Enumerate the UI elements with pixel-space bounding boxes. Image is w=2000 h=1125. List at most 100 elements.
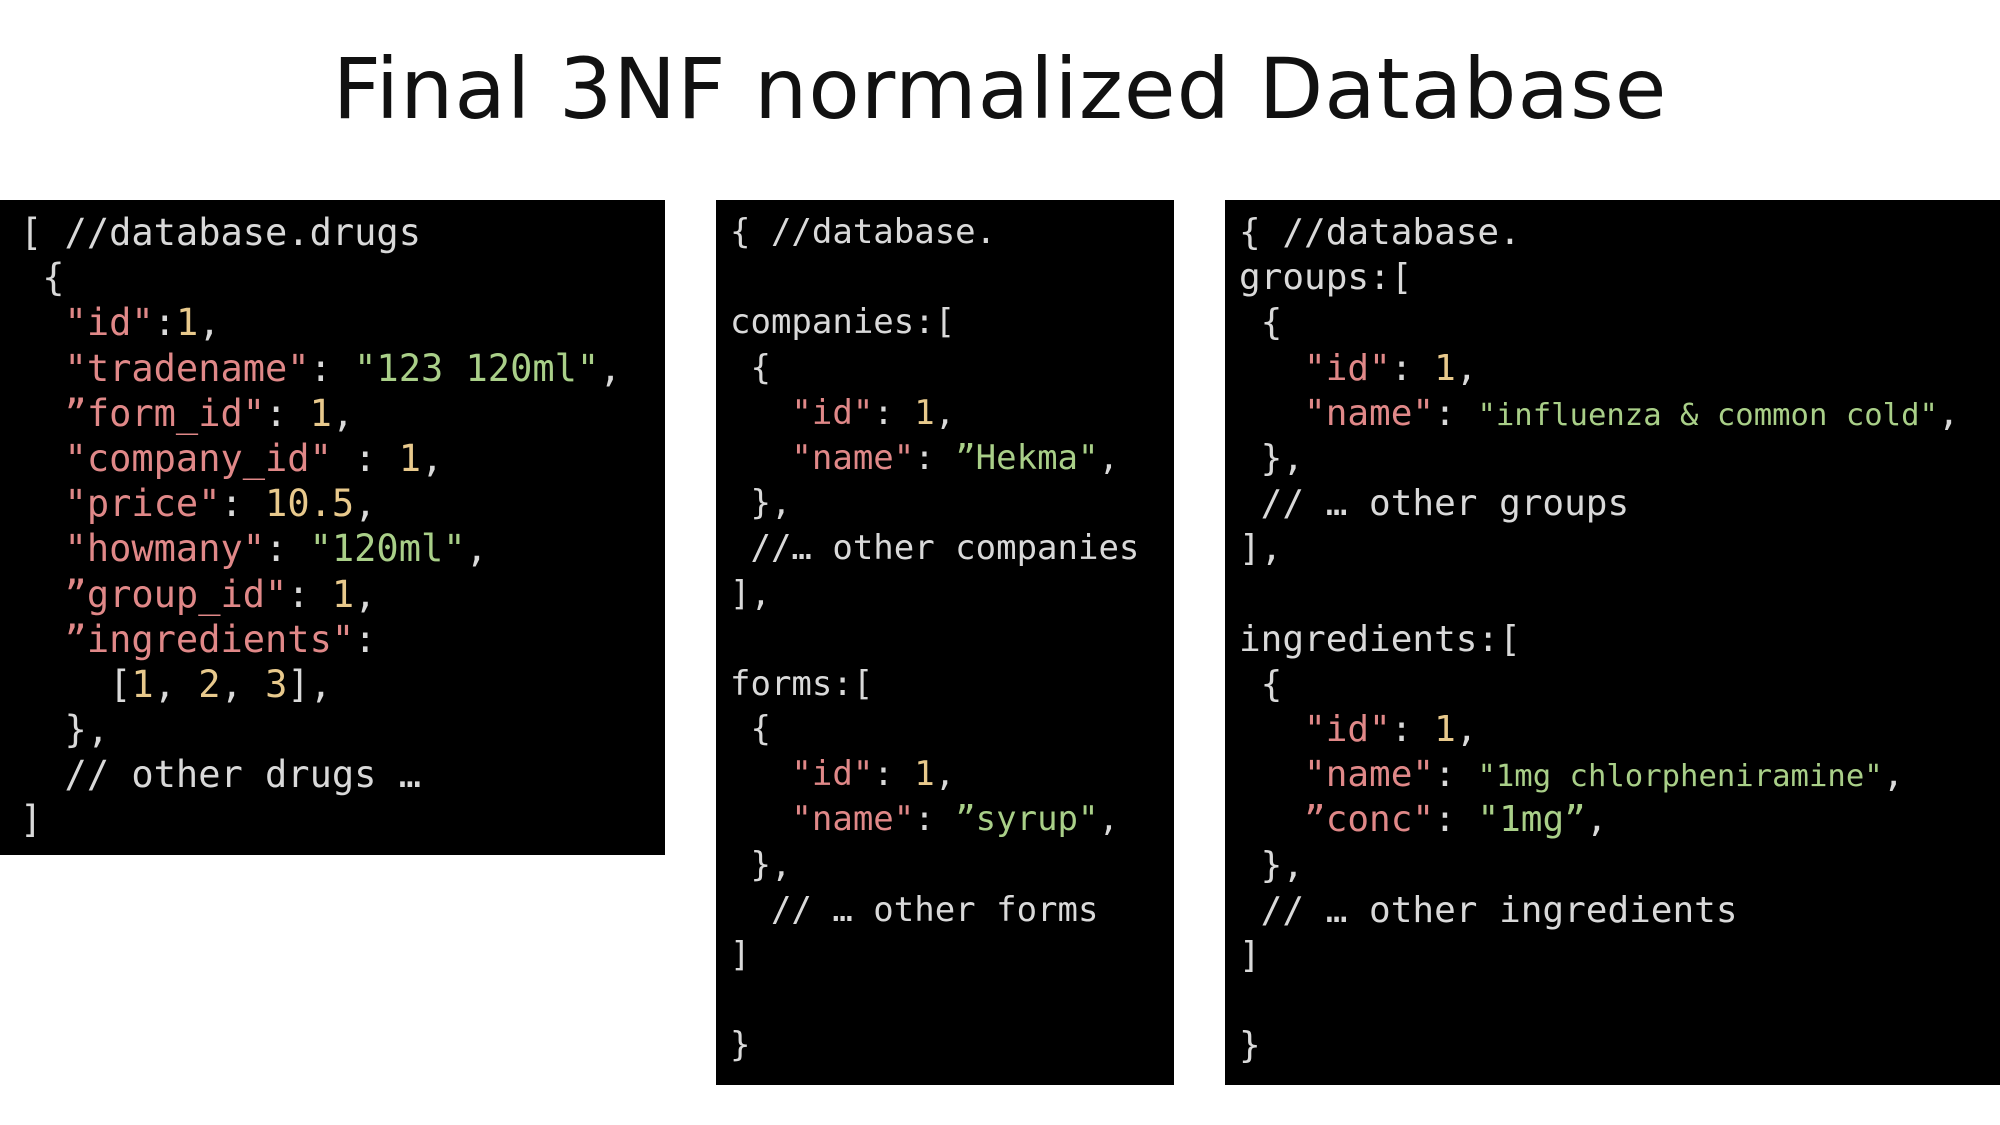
code-text: ]	[1239, 935, 1261, 976]
code-text: :	[914, 799, 956, 840]
code-text: {	[1239, 302, 1283, 344]
json-key: "price"	[20, 482, 221, 526]
json-key: "name"	[730, 437, 915, 478]
code-text: :	[265, 527, 310, 571]
code-line: {	[20, 255, 621, 300]
code-text: ,	[153, 662, 199, 706]
json-key: ”conc"	[1239, 799, 1435, 841]
code-text: ,	[354, 482, 377, 526]
code-text: }	[730, 1025, 751, 1066]
code-line: "tradename": "123 120ml",	[20, 346, 622, 391]
code-text: },	[730, 844, 792, 885]
code-text: ,	[934, 754, 956, 795]
code-text: ,	[420, 436, 444, 480]
code-text: {	[1239, 663, 1283, 705]
code-line: {	[730, 346, 1139, 391]
string-value: "1mg chlorpheniramine"	[1477, 759, 1883, 795]
code-line: ]	[1239, 933, 1960, 978]
code-text: // … other groups	[1239, 483, 1630, 525]
code-text: ,	[1098, 799, 1119, 840]
code-line: "company_id" : 1,	[20, 436, 621, 481]
json-key: ”group_id"	[20, 572, 288, 616]
code-text: ,	[599, 346, 622, 390]
number-value: 1	[1434, 347, 1456, 389]
number-value: 1	[131, 662, 154, 706]
number-value: 1	[398, 436, 421, 480]
json-key: "id"	[730, 392, 874, 433]
code-line: companies:[	[730, 300, 1139, 345]
code-line: ”conc": "1mg”,	[1239, 797, 1960, 842]
groups-ingredients-code-panel: { //database. groups:[ { "id": 1, "name":…	[1225, 200, 2000, 1085]
code-text: forms:[	[730, 663, 874, 704]
json-key: "name"	[1239, 754, 1435, 796]
code-line: }	[1239, 1023, 1960, 1068]
code-line: ],	[730, 572, 1139, 617]
drugs-code-panel: [ //database.drugs { "id":1, "tradename"…	[0, 200, 665, 855]
code-line: ”group_id": 1,	[20, 572, 621, 617]
code-text: :	[287, 572, 332, 616]
code-line: ingredients:[	[1239, 617, 1960, 662]
code-line: // other drugs …	[20, 752, 621, 797]
code-text: :	[153, 301, 176, 345]
number-value: 1	[914, 754, 935, 795]
json-key: ”ingredients"	[20, 617, 355, 661]
code-text: :	[873, 754, 915, 795]
number-value: 2	[198, 662, 221, 706]
code-line: "name": ”Hekma",	[730, 436, 1139, 481]
code-text: :	[331, 436, 399, 480]
code-text: ]	[20, 798, 43, 842]
code-line: groups:[	[1239, 255, 1960, 300]
code-line: forms:[	[730, 662, 1139, 707]
string-value: "1mg”	[1477, 799, 1586, 841]
code-text: :	[1390, 347, 1435, 389]
json-key: "id"	[1239, 347, 1391, 389]
code-text: [ //database.drugs	[20, 211, 421, 254]
code-text: :	[914, 437, 956, 478]
code-text: :	[1390, 709, 1435, 751]
json-key: "id"	[1239, 709, 1391, 751]
code-line: {	[1239, 662, 1960, 707]
string-value: "120ml"	[309, 527, 466, 571]
number-value: 1	[309, 391, 332, 435]
code-text: :	[265, 391, 310, 435]
code-text: // other drugs …	[20, 753, 421, 797]
code-text: ,	[1455, 709, 1478, 751]
code-line: },	[20, 707, 621, 752]
code-text: ],	[1239, 528, 1283, 570]
code-text: ,	[331, 391, 355, 435]
number-value: 1	[1434, 709, 1456, 751]
code-text: { //database.	[730, 212, 997, 252]
code-text: {	[730, 347, 771, 388]
code-line: "howmany": "120ml",	[20, 526, 621, 571]
code-line: },	[730, 481, 1139, 526]
code-line: "id": 1,	[730, 752, 1139, 797]
code-line: },	[730, 843, 1139, 888]
code-text: ,	[1937, 392, 1960, 434]
code-text: :	[354, 617, 377, 661]
string-value: ”syrup"	[955, 799, 1099, 840]
number-value: 1	[175, 301, 199, 345]
json-key: "id"	[730, 754, 874, 795]
number-value: 1	[914, 392, 935, 433]
code-line: ]	[730, 933, 1139, 978]
slide-title: Final 3NF normalized Database	[332, 40, 1668, 138]
code-text: ,	[1585, 799, 1608, 841]
code-line: { //database.	[1239, 210, 1960, 255]
code-text: //… other companies	[730, 528, 1140, 569]
code-line: ”ingredients":	[20, 617, 621, 662]
companies-forms-code-panel: { //database. companies:[ { "id": 1, "nam…	[716, 200, 1174, 1085]
code-text: ,	[934, 392, 956, 433]
number-value: 10.5	[265, 482, 355, 526]
code-line: //… other companies	[730, 526, 1139, 571]
code-text: ,	[1098, 437, 1119, 478]
code-text: :	[1434, 754, 1478, 796]
code-text: ,	[220, 662, 266, 706]
code-text: :	[1434, 799, 1478, 841]
json-key: "tradename"	[20, 346, 310, 390]
code-text: [	[20, 662, 132, 706]
code-line: [ //database.drugs	[20, 210, 621, 255]
code-line: {	[730, 707, 1139, 752]
code-text: },	[20, 708, 110, 752]
